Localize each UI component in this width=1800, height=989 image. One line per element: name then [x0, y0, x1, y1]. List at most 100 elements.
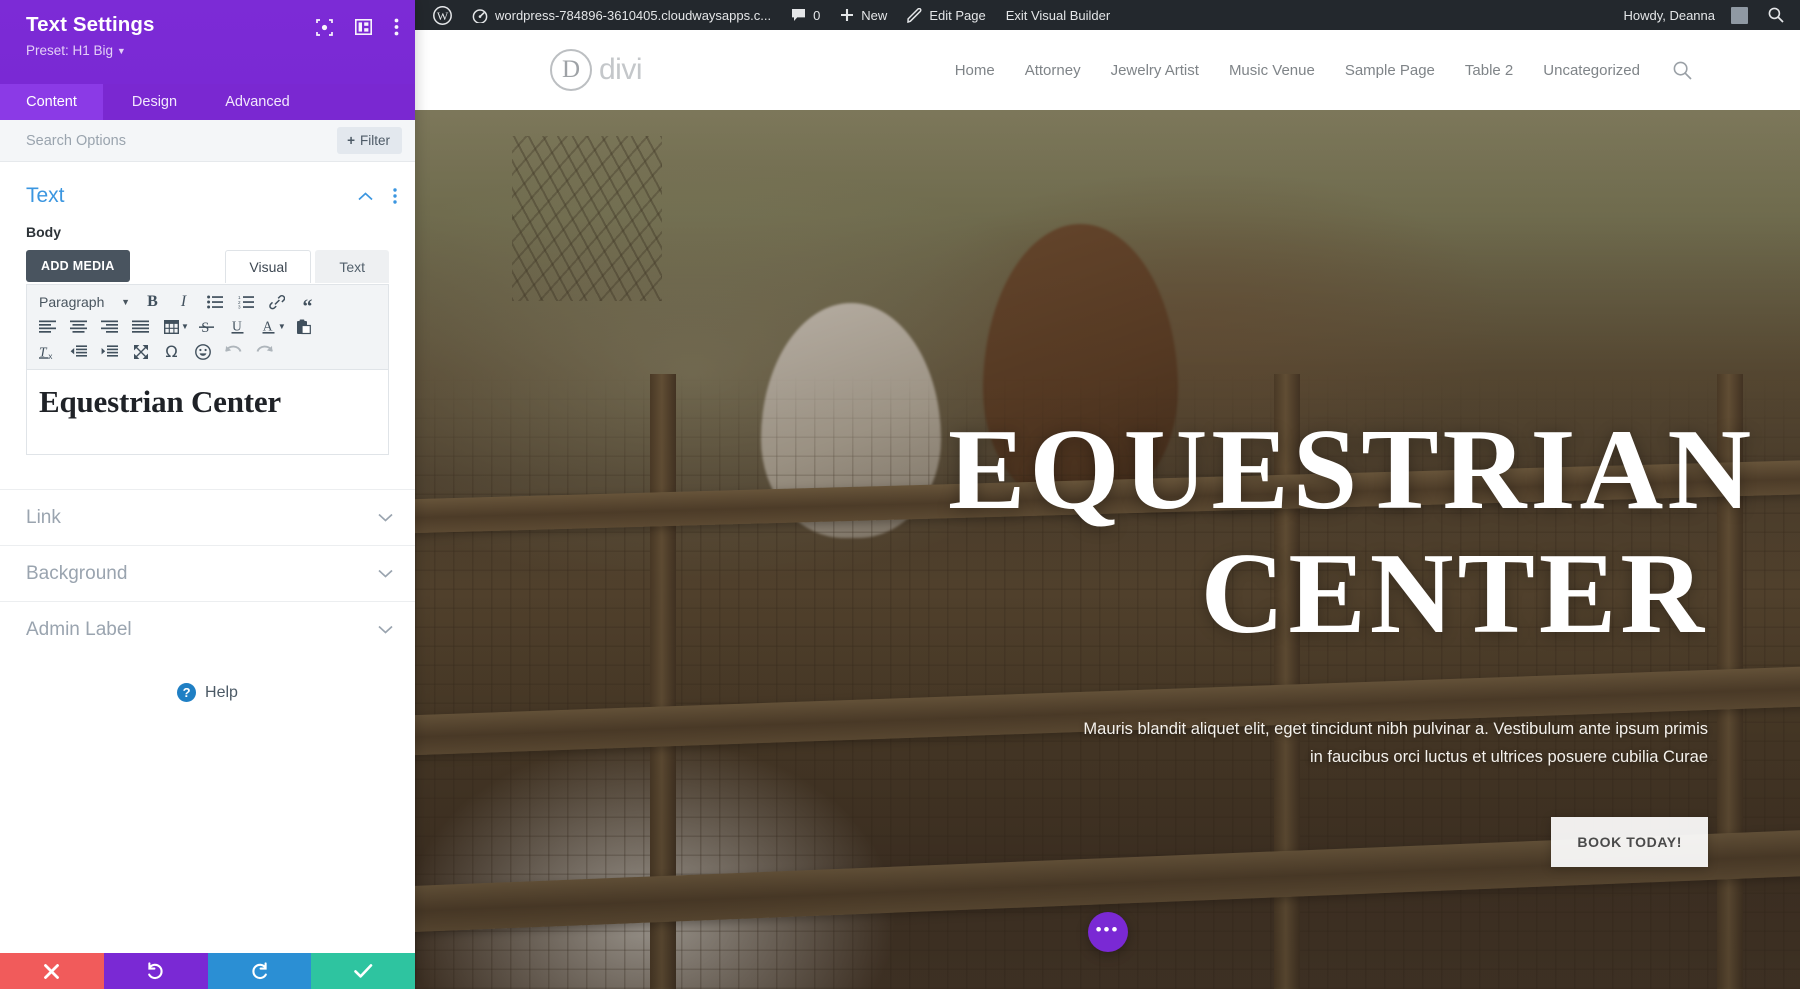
link-icon[interactable] — [261, 289, 292, 314]
filter-button-label: Filter — [360, 133, 390, 148]
preset-selector[interactable]: Preset: H1 Big ▼ — [26, 43, 397, 58]
divi-logo-mark: D — [550, 49, 592, 91]
editor-content-area[interactable]: Equestrian Center — [26, 369, 389, 455]
layout-panel-icon[interactable] — [355, 19, 372, 35]
tab-advanced[interactable]: Advanced — [206, 84, 309, 120]
underline-icon[interactable]: U — [222, 314, 253, 339]
plus-icon — [841, 9, 854, 21]
site-logo[interactable]: D divi — [550, 49, 643, 91]
search-icon[interactable] — [1673, 61, 1692, 80]
site-header: D divi Home Attorney Jewelry Artist Musi… — [415, 30, 1800, 110]
nav-item-sample-page[interactable]: Sample Page — [1330, 62, 1450, 79]
wordpress-logo-icon[interactable]: W — [423, 0, 462, 30]
bulleted-list-icon[interactable] — [199, 289, 230, 314]
add-media-button[interactable]: ADD MEDIA — [26, 250, 130, 282]
filter-button[interactable]: + Filter — [337, 127, 402, 154]
search-icon[interactable] — [1758, 0, 1794, 30]
comment-bubble-icon — [792, 9, 806, 21]
numbered-list-icon[interactable]: 1 2 3 — [230, 289, 261, 314]
more-vertical-icon[interactable] — [394, 18, 399, 36]
divi-visual-builder-screen: Text Settings Preset: H1 Big ▼ Content D… — [0, 0, 1800, 989]
comments-menu[interactable]: 0 — [781, 0, 830, 30]
chevron-down-icon: ▼ — [121, 296, 130, 307]
chevron-down-icon: ▼ — [116, 46, 126, 56]
align-center-icon[interactable] — [63, 314, 94, 339]
align-left-icon[interactable] — [32, 314, 63, 339]
discard-button[interactable] — [0, 953, 104, 989]
save-button[interactable] — [311, 953, 415, 989]
section-admin-label[interactable]: Admin Label — [0, 601, 415, 657]
special-character-icon[interactable]: Ω — [156, 339, 187, 364]
wp-admin-bar: W wordpress-784896-3610405.cloudwaysapps… — [415, 0, 1800, 30]
paragraph-format-select[interactable]: Paragraph ▼ — [32, 289, 137, 314]
svg-text:A: A — [263, 319, 273, 334]
redo-button[interactable] — [207, 953, 312, 989]
book-today-button[interactable]: BOOK TODAY! — [1551, 816, 1708, 867]
question-mark-icon: ? — [177, 683, 197, 702]
ellipsis-icon: ••• — [1095, 919, 1120, 939]
undo-icon[interactable] — [218, 339, 249, 364]
edit-page-label: Edit Page — [929, 7, 986, 23]
site-name-label: wordpress-784896-3610405.cloudwaysapps.c… — [495, 7, 772, 23]
svg-text:U: U — [232, 319, 242, 334]
outdent-icon[interactable] — [63, 339, 94, 364]
italic-icon[interactable]: I — [168, 289, 199, 314]
undo-button[interactable] — [103, 953, 208, 989]
tab-content[interactable]: Content — [0, 84, 103, 120]
comments-count: 0 — [813, 7, 821, 23]
nav-item-music-venue[interactable]: Music Venue — [1214, 62, 1330, 79]
emoji-icon[interactable] — [187, 339, 218, 364]
nav-item-uncategorized[interactable]: Uncategorized — [1528, 62, 1655, 79]
target-icon[interactable] — [316, 18, 333, 36]
module-settings-panel: Text Settings Preset: H1 Big ▼ Content D… — [0, 0, 415, 989]
hero-heading-line-1: EQUESTRIAN — [948, 406, 1756, 534]
fullscreen-icon[interactable] — [125, 339, 156, 364]
section-background[interactable]: Background — [0, 545, 415, 601]
toolbar-row-1: Paragraph ▼ B I 1 2 3 “ — [32, 289, 383, 317]
exit-visual-builder-link[interactable]: Exit Visual Builder — [996, 0, 1121, 30]
search-input[interactable] — [26, 132, 330, 149]
toolbar-row-2: ▼ S U — [32, 314, 383, 339]
tab-design[interactable]: Design — [103, 84, 206, 120]
preset-label: Preset: H1 Big — [26, 43, 114, 58]
paragraph-format-value: Paragraph — [39, 293, 105, 310]
site-name-menu[interactable]: wordpress-784896-3610405.cloudwaysapps.c… — [462, 0, 781, 30]
account-menu[interactable]: Howdy, Deanna — [1613, 0, 1758, 30]
chevron-down-icon — [378, 625, 393, 634]
bold-icon[interactable]: B — [137, 289, 168, 314]
nav-item-attorney[interactable]: Attorney — [1010, 62, 1096, 79]
hero-heading: EQUESTRIAN CENTER — [948, 408, 1751, 656]
align-right-icon[interactable] — [94, 314, 125, 339]
editor-tab-text[interactable]: Text — [315, 250, 389, 283]
redo-icon[interactable] — [249, 339, 280, 364]
nav-item-jewelry-artist[interactable]: Jewelry Artist — [1096, 62, 1214, 79]
check-icon — [353, 964, 372, 978]
new-label: New — [861, 7, 888, 23]
group-more-vertical-icon[interactable] — [393, 188, 397, 204]
chevron-up-icon[interactable] — [358, 191, 373, 201]
align-justify-icon[interactable] — [125, 314, 156, 339]
body-rich-editor: ADD MEDIA Visual Text Paragraph ▼ B I 1 … — [0, 240, 415, 455]
nav-item-home[interactable]: Home — [940, 62, 1010, 79]
hero-paragraph: Mauris blandit aliquet elit, eget tincid… — [1083, 720, 1708, 766]
help-link[interactable]: ? Help — [0, 657, 415, 702]
blockquote-icon[interactable]: “ — [292, 289, 323, 317]
page-settings-fab[interactable]: ••• — [1087, 912, 1128, 952]
section-link[interactable]: Link — [0, 489, 415, 545]
indent-icon[interactable] — [94, 339, 125, 364]
strikethrough-icon[interactable]: S — [191, 314, 222, 339]
redo-arrow-icon — [252, 961, 267, 979]
editor-tab-visual[interactable]: Visual — [225, 250, 312, 283]
clear-formatting-icon[interactable]: T x — [32, 339, 63, 364]
edit-page-link[interactable]: Edit Page — [897, 0, 995, 30]
plus-icon: + — [347, 133, 355, 148]
pencil-icon — [907, 7, 922, 23]
nav-item-table-2[interactable]: Table 2 — [1450, 62, 1528, 79]
new-content-menu[interactable]: New — [830, 0, 897, 30]
table-icon[interactable] — [156, 314, 187, 339]
settings-tabs: Content Design Advanced — [0, 84, 415, 120]
text-color-icon[interactable]: A — [253, 314, 284, 339]
paste-as-text-icon[interactable] — [288, 314, 319, 339]
primary-nav: Home Attorney Jewelry Artist Music Venue… — [940, 61, 1692, 80]
svg-text:W: W — [437, 9, 449, 23]
